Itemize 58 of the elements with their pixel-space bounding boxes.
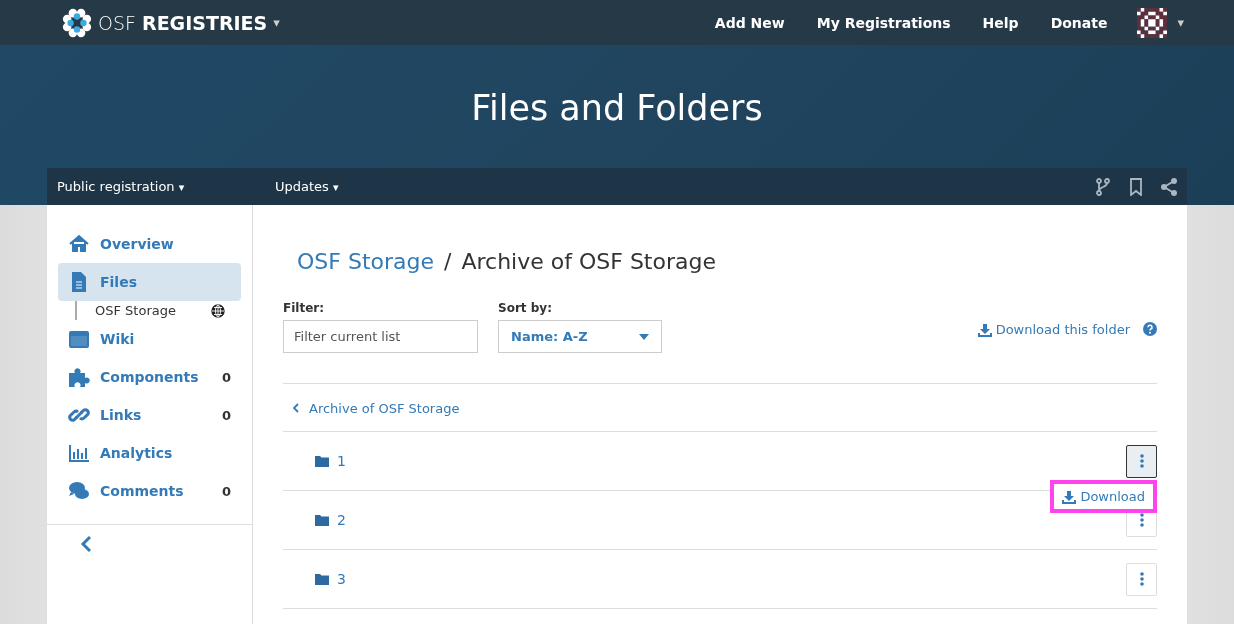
sidebar-item[interactable]: Components 0 [58, 358, 241, 396]
folder-icon [315, 573, 329, 585]
sort-label: Sort by: [498, 301, 553, 315]
window-icon [68, 328, 90, 350]
count-label: 0 [221, 483, 231, 499]
bar-chart-icon [68, 442, 90, 464]
comments-icon [68, 480, 90, 502]
folder-icon [315, 514, 329, 526]
count-label: 0 [221, 369, 231, 385]
caret-icon: ▾ [273, 15, 280, 30]
sidebar-item[interactable]: Files [58, 263, 241, 301]
globe-icon [211, 303, 225, 318]
nav-link[interactable]: Help [982, 14, 1019, 31]
filter-label: Filter: [283, 301, 325, 315]
download-folder-link[interactable]: Download this folder [977, 322, 1130, 337]
bookmark-icon [1129, 177, 1143, 196]
sidebar-item[interactable]: Overview [58, 225, 241, 263]
chevron-left-icon [80, 535, 92, 553]
folder-link[interactable]: 2 [315, 512, 346, 528]
more-vertical-icon [1139, 454, 1144, 468]
sort-dropdown[interactable]: Name: A-Z [498, 320, 662, 353]
breadcrumb-link[interactable]: OSF Storage [297, 249, 434, 274]
home-icon [68, 233, 90, 255]
puzzle-icon [68, 366, 90, 388]
more-vertical-icon [1139, 513, 1144, 527]
sidebar-item[interactable]: Comments 0 [58, 472, 241, 510]
share-icon [1161, 177, 1177, 196]
user-avatar [1137, 7, 1168, 38]
chevron-left-icon [293, 403, 299, 413]
download-icon [1062, 489, 1077, 504]
caret-icon: ▾ [1177, 15, 1184, 30]
brand-link[interactable]: OSF REGISTRIES [98, 11, 268, 34]
download-menu-item[interactable]: Download [1050, 480, 1157, 513]
back-link[interactable]: Archive of OSF Storage [293, 400, 460, 416]
folder-link[interactable]: 1 [315, 453, 346, 469]
count-label: 0 [221, 407, 231, 423]
filter-field[interactable]: Filter current list [283, 320, 478, 353]
fork-icon [1095, 177, 1111, 196]
sidebar-subitem[interactable]: OSF Storage [75, 301, 225, 320]
caret-icon [639, 333, 649, 340]
help-icon [1143, 322, 1157, 336]
breadcrumb-separator: / [444, 249, 452, 274]
sidebar-item[interactable]: Links 0 [58, 396, 241, 434]
folder-link[interactable]: 3 [315, 571, 346, 587]
nav-link[interactable]: Donate [1050, 14, 1108, 31]
more-button[interactable] [1126, 444, 1157, 478]
page-title: Files and Folders [471, 88, 763, 130]
breadcrumb-current: Archive of OSF Storage [461, 249, 716, 274]
subnav-dropdown[interactable]: Updates ▾ [265, 179, 349, 194]
nav-link[interactable]: My Registrations [816, 14, 951, 31]
folder-icon [315, 455, 329, 467]
sidebar-item[interactable]: Analytics [58, 434, 241, 472]
logo-icon [62, 7, 92, 38]
nav-link[interactable]: Add New [714, 14, 785, 31]
more-vertical-icon [1139, 572, 1144, 586]
subnav-dropdown[interactable]: Public registration ▾ [47, 179, 265, 194]
download-icon [977, 322, 992, 337]
sidebar-item[interactable]: Wiki [58, 320, 241, 358]
